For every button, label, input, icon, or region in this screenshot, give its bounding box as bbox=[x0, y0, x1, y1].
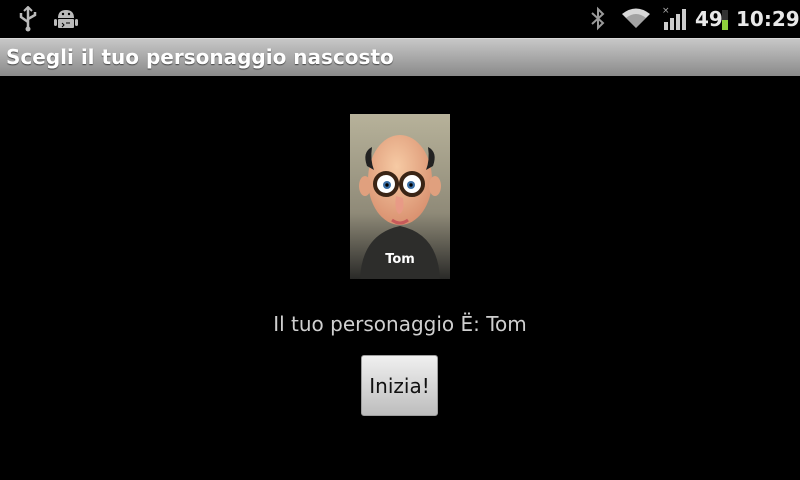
clock: 10:29 bbox=[736, 7, 800, 31]
wifi-icon bbox=[622, 8, 650, 28]
svg-text:×: × bbox=[662, 6, 670, 16]
start-button[interactable]: Inizia! bbox=[361, 355, 438, 416]
bluetooth-icon bbox=[591, 6, 605, 31]
character-portrait: Tom bbox=[350, 114, 450, 279]
battery-percent: 49 bbox=[695, 7, 723, 31]
portrait-caption: Tom bbox=[385, 252, 415, 267]
status-bar: × 49 10:29 bbox=[0, 0, 800, 38]
signal-icon: × bbox=[662, 6, 686, 30]
page-title: Scegli il tuo personaggio nascosto bbox=[6, 45, 394, 69]
usb-icon bbox=[19, 6, 37, 32]
battery-icon bbox=[722, 10, 728, 30]
title-bar: Scegli il tuo personaggio nascosto bbox=[0, 38, 800, 76]
android-debug-icon bbox=[54, 10, 78, 28]
selected-character-message: Il tuo personaggio Ë: Tom bbox=[273, 312, 527, 336]
battery-level-fill bbox=[722, 20, 728, 30]
